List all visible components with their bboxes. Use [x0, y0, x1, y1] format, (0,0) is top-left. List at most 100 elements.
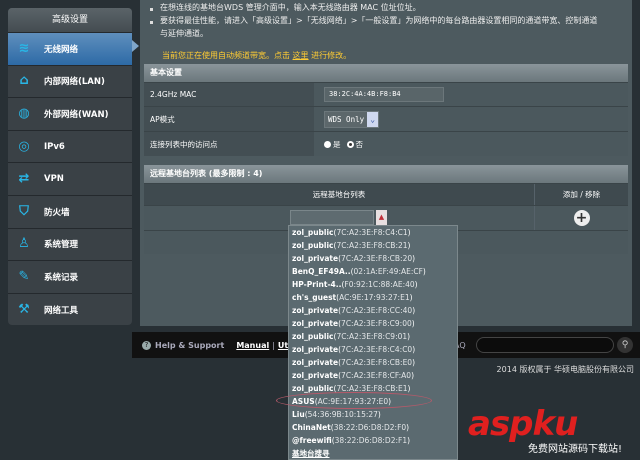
ap-mode-select[interactable]: WDS Only ⌄ — [324, 110, 380, 128]
copyright: 2014 版权属于 华硕电脑股份有限公司 — [496, 365, 634, 374]
note-text: 与延伸通道。 — [160, 29, 208, 38]
basic-settings-header: 基本设置 — [144, 64, 628, 82]
site-survey-link[interactable]: 基地台搜寻 — [292, 447, 457, 460]
mac-label: 2.4GHz MAC — [144, 83, 314, 106]
ap-list-item[interactable]: HP-Print-4..(F0:92:1C:88:AE:40) — [292, 278, 457, 291]
separator: | — [272, 340, 275, 350]
dropdown-toggle-icon[interactable]: ▲ — [376, 210, 387, 225]
ap-list-item[interactable]: BenQ_EF49A..(02:1A:EF:49:AE:CF) — [292, 265, 457, 278]
search-icon[interactable]: ⚲ — [617, 337, 633, 353]
home-icon: ⌂ — [19, 73, 29, 89]
radio-yes-label: 是 — [333, 139, 341, 149]
connect-list-row: 连接列表中的访问点 是 否 — [144, 131, 628, 156]
sidebar-item-7[interactable]: ✎ 系统记录 — [8, 260, 132, 293]
ap-list-item[interactable]: ch's_guest(AC:9E:17:93:27:E1) — [292, 291, 457, 304]
ap-ssid: zol_public — [292, 241, 334, 250]
note-text: 要获得最佳性能，请进入「高级设置」>「无线网络」>「一般设置」为网络中的每台路由… — [160, 16, 598, 25]
sidebar-title: 高级设置 — [8, 8, 132, 32]
ap-list-item[interactable]: zol_public(7C:A2:3E:F8:C9:01) — [292, 330, 457, 343]
sidebar-item-5[interactable]: ⛉ 防火墙 — [8, 194, 132, 228]
note-text: 在想连线的基地台WDS 管理介面中，输入本无线路由器 MAC 位址位址。 — [160, 3, 421, 12]
ap-ssid: zol_private — [292, 358, 339, 367]
ap-list-item[interactable]: zol_public(7C:A2:3E:F8:C4:C1) — [292, 226, 457, 239]
warning-text: 当前您正在使用自动频道带宽。点击 — [162, 51, 293, 60]
sidebar-item-4[interactable]: ⇄ VPN — [8, 162, 132, 195]
ipv6-globe-icon: ◎ — [18, 138, 30, 154]
ap-ssid: Liu — [292, 410, 305, 419]
radio-no[interactable] — [346, 140, 354, 148]
manual-link[interactable]: Manual — [236, 341, 269, 350]
radio-yes[interactable] — [324, 140, 331, 148]
wifi-icon: ≋ — [18, 40, 30, 56]
ap-mac: 7C:A2:3E:F8:CF:A0 — [341, 371, 412, 380]
remote-ap-input[interactable] — [290, 210, 374, 225]
ap-mac: 7C:A2:3E:F8:CB:E0 — [341, 358, 413, 367]
ap-ssid: HP-Print-4.. — [292, 280, 342, 289]
remote-list-header: 远程基地台列表 (最多限制 : 4) — [144, 165, 628, 183]
shield-icon: ⛉ — [19, 203, 29, 219]
sidebar: 高级设置 ≋ 无线网络 ⌂ 内部网络(LAN) ◍ 外部网络(WAN) ◎ IPv6 ⇄ VPN ⛉… — [8, 8, 132, 325]
ap-list-item[interactable]: zol_private(7C:A2:3E:F8:CF:A0) — [292, 369, 457, 382]
bandwidth-warning: 当前您正在使用自动频道带宽。点击 这里 进行修改。 — [162, 50, 351, 61]
remote-list-col: 远程基地台列表 — [144, 184, 534, 205]
sidebar-item-1[interactable]: ⌂ 内部网络(LAN) — [8, 64, 132, 98]
ap-list-item[interactable]: Liu(54:36:9B:10:15:27) — [292, 408, 457, 421]
ap-ssid: ch's_guest — [292, 293, 337, 302]
ap-mac: F0:92:1C:88:AE:40 — [344, 280, 415, 289]
ap-mac: AC:9E:17:93:27:E1 — [339, 293, 410, 302]
sidebar-item-label: VPN — [44, 174, 64, 185]
sidebar-item-0[interactable]: ≋ 无线网络 — [8, 32, 132, 65]
ap-ssid: zol_public — [292, 228, 334, 237]
ap-ssid: BenQ_EF49A.. — [292, 267, 351, 276]
ap-ssid: zol_private — [292, 306, 339, 315]
log-edit-icon: ✎ — [18, 268, 30, 284]
ap-ssid: @freewifi — [292, 436, 332, 445]
ap-mac: 7C:A2:3E:F8:C9:00 — [341, 319, 412, 328]
ap-mac: 02:1A:EF:49:AE:CF — [353, 267, 423, 276]
site-survey-dropdown: zol_public(7C:A2:3E:F8:C4:C1) zol_public(… — [288, 225, 458, 460]
ap-mode-label: AP模式 — [144, 107, 314, 131]
faq-search-input[interactable] — [476, 337, 614, 353]
active-indicator-arrow — [132, 40, 139, 52]
ap-mac: 38:22:D6:D8:D2:F0 — [333, 423, 407, 432]
ap-ssid: ChinaNet — [292, 423, 331, 432]
ap-list-item[interactable]: zol_private(7C:A2:3E:F8:C9:00) — [292, 317, 457, 330]
connect-list-label: 连接列表中的访问点 — [144, 132, 314, 156]
mac-field[interactable]: 38:2C:4A:4B:F8:B4 — [324, 87, 444, 102]
here-link[interactable]: 这里 — [293, 51, 309, 60]
ap-list-item[interactable]: zol_private(7C:A2:3E:F8:CC:40) — [292, 304, 457, 317]
highlight-circle — [276, 392, 432, 409]
ap-list-item[interactable]: zol_private(7C:A2:3E:F8:CB:20) — [292, 252, 457, 265]
ap-ssid: zol_private — [292, 319, 339, 328]
sidebar-item-label: 系统管理 — [44, 240, 79, 251]
sidebar-item-3[interactable]: ◎ IPv6 — [8, 129, 132, 163]
sidebar-item-8[interactable]: ⚒ 网络工具 — [8, 292, 132, 325]
sidebar-item-label: 网络工具 — [44, 305, 79, 316]
ap-list-item[interactable]: ChinaNet(38:22:D6:D8:D2:F0) — [292, 421, 457, 434]
ap-list-item[interactable]: zol_private(7C:A2:3E:F8:C4:C0) — [292, 343, 457, 356]
ap-mac: 7C:A2:3E:F8:C4:C0 — [341, 345, 413, 354]
sidebar-item-6[interactable]: ♙ 系统管理 — [8, 227, 132, 261]
sidebar-item-label: 外部网络(WAN) — [44, 109, 109, 120]
ap-ssid: zol_public — [292, 332, 334, 341]
bullet-icon — [150, 21, 153, 24]
ap-mac: 7C:A2:3E:F8:CC:40 — [341, 306, 413, 315]
radio-no-label: 否 — [355, 139, 364, 149]
mac-row: 2.4GHz MAC 38:2C:4A:4B:F8:B4 — [144, 82, 628, 106]
ap-mode-row: AP模式 WDS Only ⌄ — [144, 106, 628, 131]
watermark-logo: aspku — [468, 404, 578, 444]
help-support-label: Help & Support — [155, 340, 225, 350]
add-icon[interactable]: + — [573, 210, 590, 226]
ap-mac: 7C:A2:3E:F8:CB:21 — [336, 241, 408, 250]
bullet-icon — [150, 8, 153, 11]
ap-mac: 7C:A2:3E:F8:CB:20 — [341, 254, 413, 263]
ap-list-item[interactable]: @freewifi(38:22:D6:D8:D2:F1) — [292, 434, 457, 447]
sidebar-item-label: 系统记录 — [44, 272, 79, 283]
user-admin-icon: ♙ — [18, 236, 30, 252]
add-remove-col: 添加 / 移除 — [534, 184, 628, 205]
warning-text: 进行修改。 — [308, 51, 352, 60]
sidebar-item-2[interactable]: ◍ 外部网络(WAN) — [8, 97, 132, 130]
vpn-icon: ⇄ — [18, 171, 30, 187]
ap-list-item[interactable]: zol_public(7C:A2:3E:F8:CB:21) — [292, 239, 457, 252]
ap-list-item[interactable]: zol_private(7C:A2:3E:F8:CB:E0) — [292, 356, 457, 369]
